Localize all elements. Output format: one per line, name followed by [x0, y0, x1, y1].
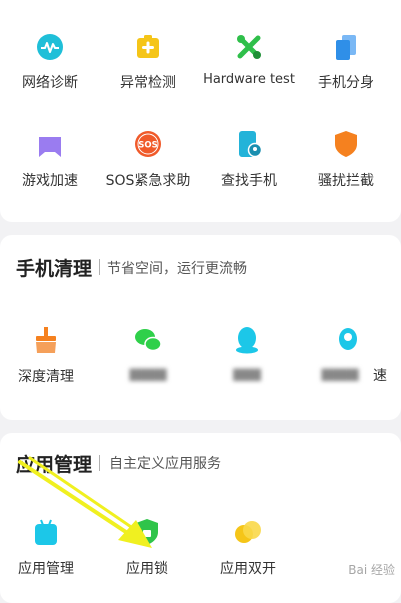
watermark: Bai 经验 [348, 563, 395, 577]
annotation-arrow-icon [18, 456, 152, 548]
